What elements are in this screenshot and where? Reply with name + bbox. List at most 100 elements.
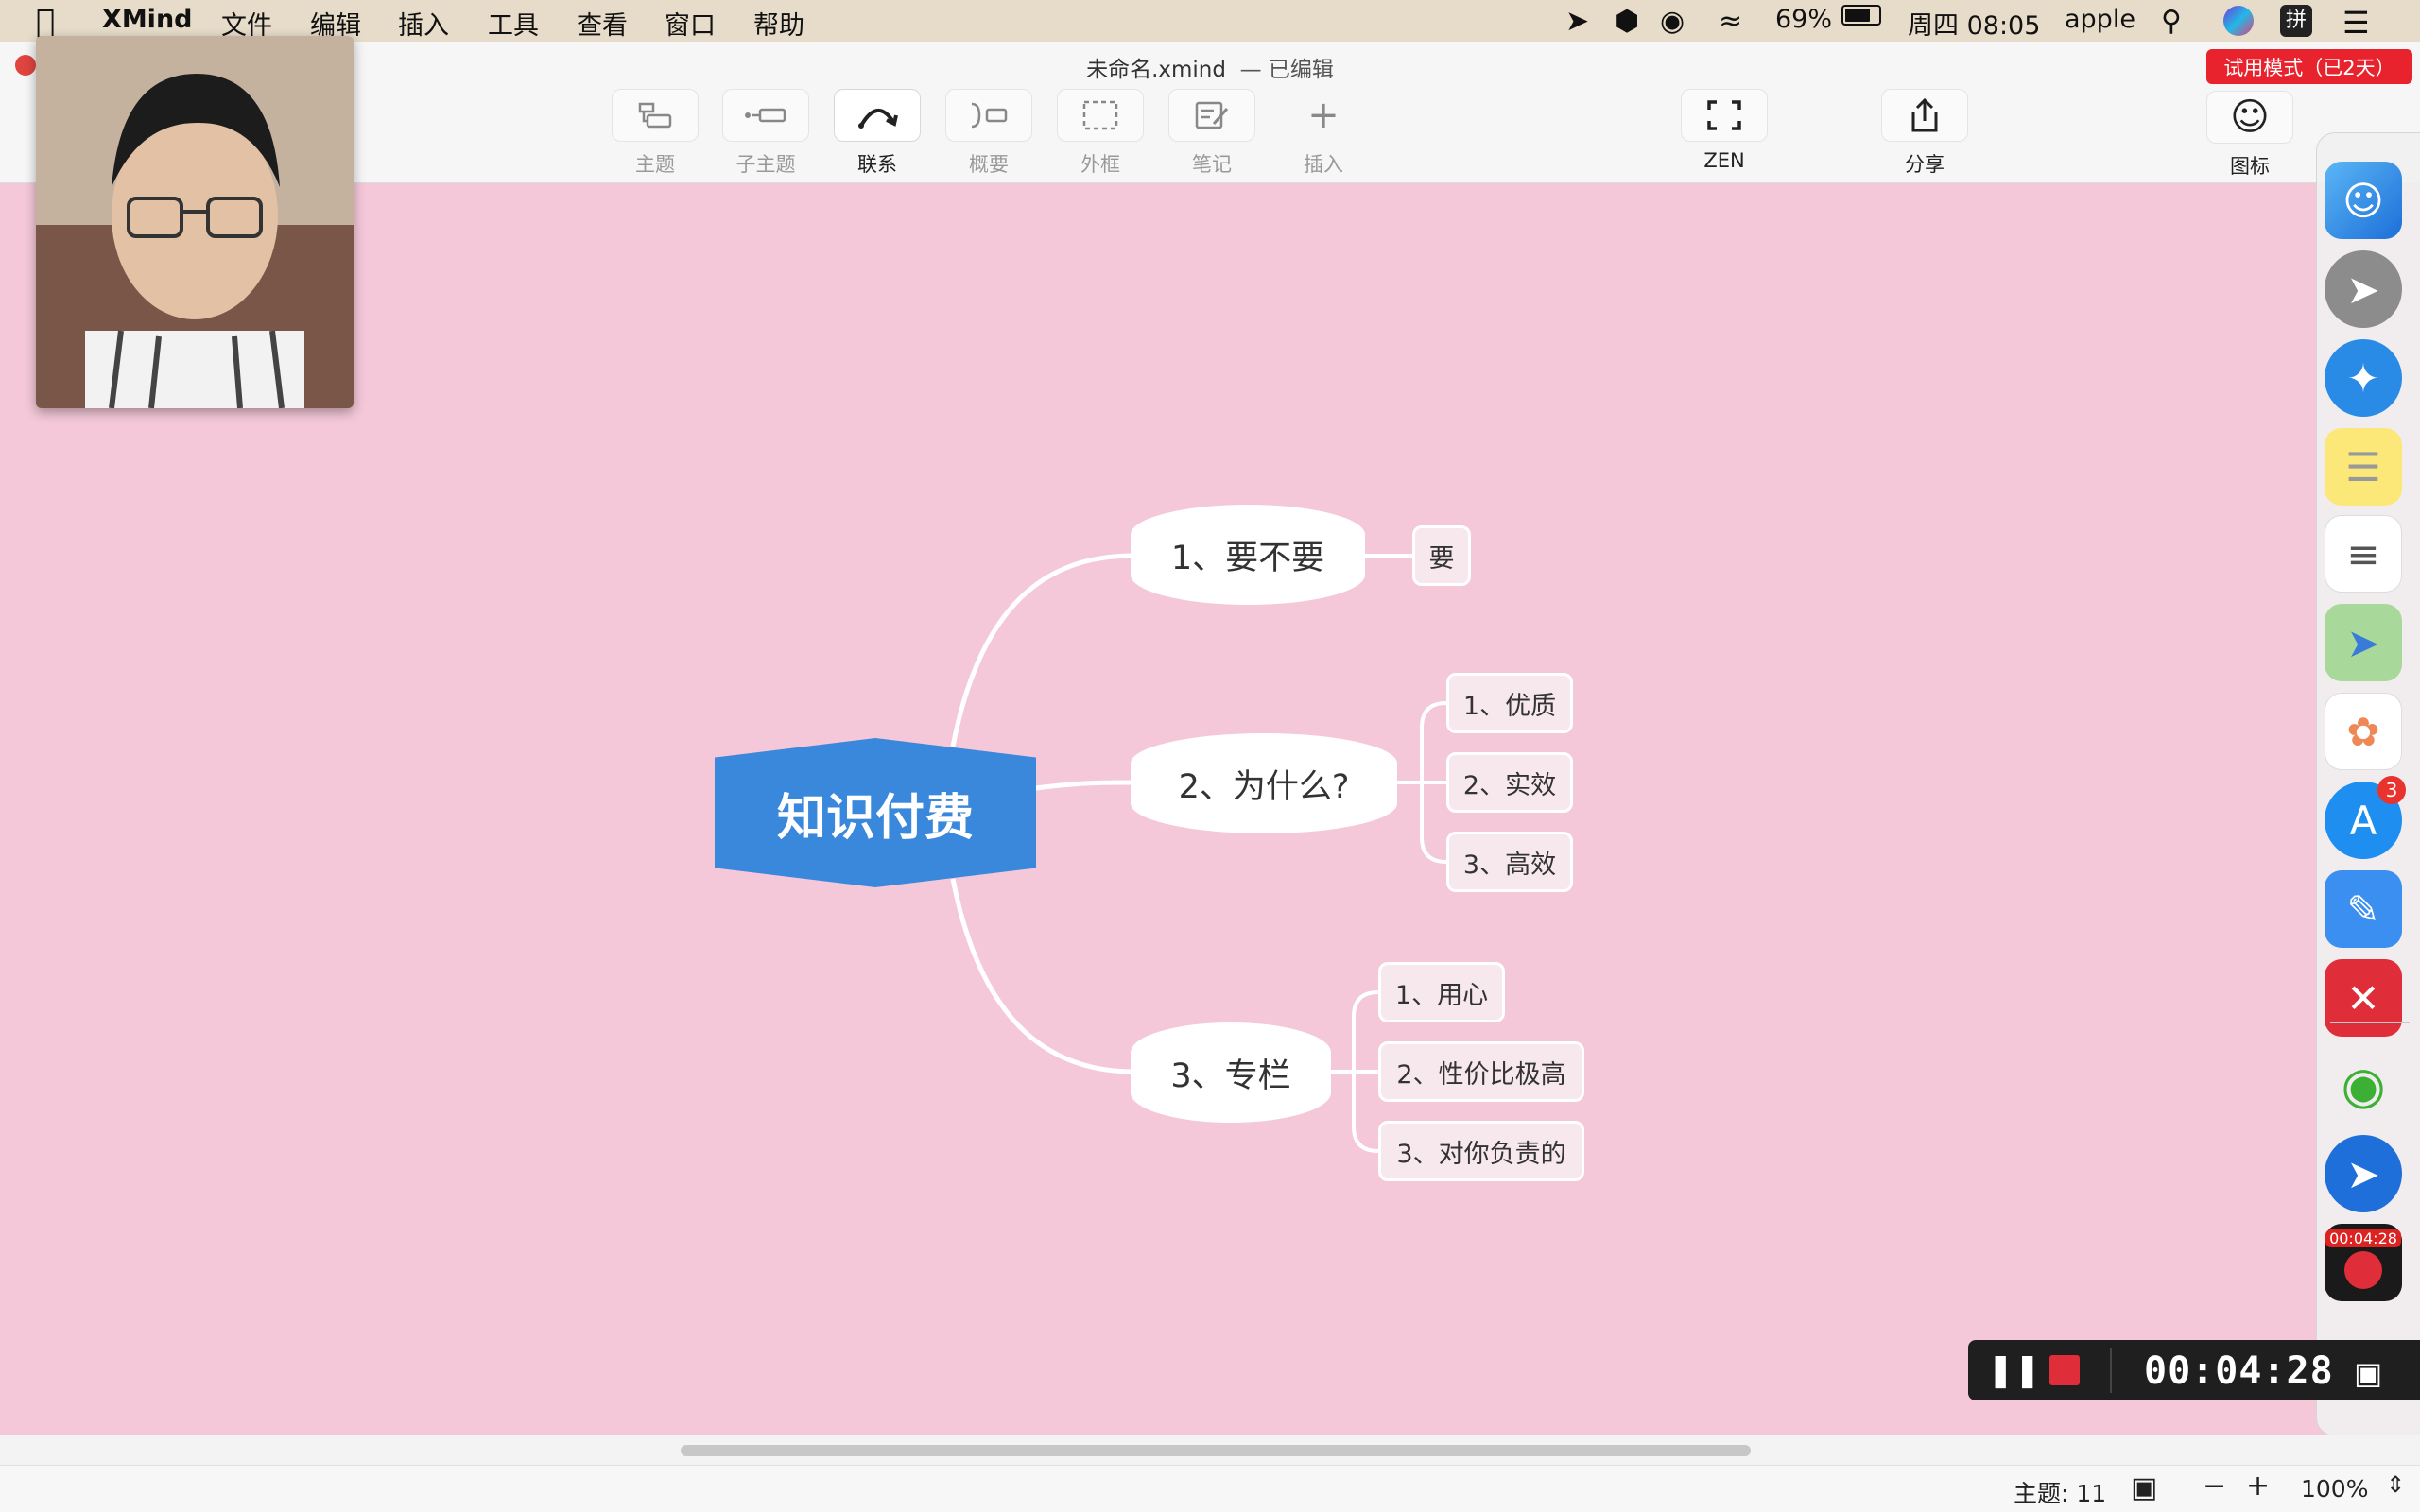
fullscreen-icon	[1681, 89, 1768, 142]
menu-help[interactable]: 帮助	[753, 5, 804, 42]
note-tool-label: 笔记	[1192, 153, 1232, 176]
menu-insert[interactable]: 插入	[398, 5, 449, 42]
zoom-stepper-icon[interactable]: ⇕	[2386, 1471, 2405, 1498]
subtopic-2-1[interactable]: 1、优质	[1446, 673, 1573, 733]
topic-count: 主题: 11	[2014, 1480, 2107, 1507]
document-name: 未命名.xmind	[1086, 58, 1226, 82]
stop-recording-button[interactable]	[2049, 1355, 2080, 1385]
horizontal-scrollbar[interactable]	[0, 1435, 2420, 1465]
app-store-badge: 3	[2377, 776, 2406, 804]
reminders-icon[interactable]: ≡	[2325, 515, 2402, 593]
apple-menu-icon[interactable]: 	[36, 3, 55, 41]
notification-center-icon[interactable]: ☰	[2342, 5, 2370, 41]
topic-tool-label: 主题	[635, 153, 675, 176]
plus-icon: +	[1307, 94, 1340, 137]
subtopic-3-1[interactable]: 1、用心	[1378, 962, 1505, 1022]
wechat-status-icon[interactable]: ◉	[1660, 5, 1685, 38]
icon-panel-tool[interactable]: ☺ 图标	[2206, 91, 2293, 180]
subtopic-tool-label: 子主题	[735, 153, 796, 176]
camera-icon[interactable]: ▣	[2354, 1355, 2382, 1391]
topic-tool[interactable]: 主题	[612, 89, 699, 178]
insert-tool[interactable]: + 插入	[1280, 89, 1367, 178]
share-tool[interactable]: 分享	[1881, 89, 1968, 178]
dingtalk-icon[interactable]: ➤	[2325, 1135, 2402, 1212]
wifi-icon[interactable]: ≈	[1719, 5, 1742, 38]
clock[interactable]: 周四 08:05	[1908, 5, 2040, 42]
siri-icon[interactable]	[2223, 6, 2254, 36]
zen-tool[interactable]: ZEN	[1681, 89, 1768, 172]
menu-view[interactable]: 查看	[577, 5, 628, 42]
recording-divider	[2110, 1348, 2112, 1393]
branch-topic-2[interactable]: 2、为什么?	[1131, 733, 1397, 833]
shield-icon[interactable]: ⬢	[1615, 5, 1639, 38]
mindmap-canvas[interactable]: 知识付费 1、要不要 2、为什么? 3、专栏 要 1、优质 2、实效 3、高效 …	[0, 183, 2420, 1435]
wechat-icon[interactable]: ◉	[2325, 1046, 2402, 1124]
recording-controls: ❚❚ 00:04:28	[1968, 1340, 2420, 1400]
launchpad-icon[interactable]: ➤	[2325, 250, 2402, 328]
user-name[interactable]: apple	[2065, 5, 2135, 34]
menu-tools[interactable]: 工具	[488, 5, 539, 42]
finder-icon[interactable]: ☺	[2325, 162, 2402, 239]
dock: ☺ ➤ ✦ ☰ ≡ ➤ ✿ A3 ✎ ✕ ◉ ➤ 00:04:28	[2316, 132, 2420, 1436]
presenter-video	[36, 36, 354, 408]
subtopic-3-2[interactable]: 2、性价比极高	[1378, 1041, 1584, 1102]
zoom-in-button[interactable]: +	[2246, 1469, 2270, 1503]
pencil-app-icon[interactable]: ✎	[2325, 870, 2402, 948]
relationship-tool-label: 联系	[857, 153, 897, 176]
boundary-icon	[1057, 89, 1144, 142]
subtopic-2-3[interactable]: 3、高效	[1446, 832, 1573, 892]
notes-icon[interactable]: ☰	[2325, 428, 2402, 506]
spotlight-search-icon[interactable]: ⚲	[2161, 5, 2182, 38]
zoom-level[interactable]: 100%	[2301, 1475, 2368, 1503]
subtopic-1-1[interactable]: 要	[1412, 525, 1471, 586]
app-menu[interactable]: XMind	[102, 5, 193, 34]
insert-tool-label: 插入	[1304, 153, 1343, 176]
boundary-tool-label: 外框	[1080, 153, 1120, 176]
branch-topic-1[interactable]: 1、要不要	[1131, 505, 1365, 605]
icon-panel-label: 图标	[2230, 155, 2270, 178]
pause-recording-button[interactable]: ❚❚	[1987, 1353, 2041, 1387]
smiley-icon: ☺	[2206, 91, 2293, 144]
menu-bar:  XMind 文件 编辑 插入 工具 查看 窗口 帮助 ➤ ⬢ ◉ ≈ 69%…	[0, 0, 2420, 42]
battery-icon[interactable]	[1841, 5, 1881, 26]
window-close-button[interactable]	[15, 55, 36, 76]
photos-icon[interactable]: ✿	[2325, 693, 2402, 770]
outline-view-icon[interactable]: ▣	[2131, 1471, 2157, 1504]
summary-icon	[945, 89, 1032, 142]
maps-icon[interactable]: ➤	[2325, 604, 2402, 681]
subtopic-tool[interactable]: 子主题	[722, 89, 809, 178]
share-icon	[1881, 89, 1968, 142]
recording-timer: 00:04:28	[2144, 1349, 2334, 1393]
central-topic[interactable]: 知识付费	[715, 738, 1036, 887]
scrollbar-thumb[interactable]	[681, 1445, 1751, 1456]
screen-recorder-icon[interactable]: 00:04:28	[2325, 1224, 2402, 1301]
zoom-out-button[interactable]: −	[2203, 1469, 2226, 1503]
relationship-tool[interactable]: 联系	[834, 89, 921, 178]
safari-icon[interactable]: ✦	[2325, 339, 2402, 417]
zen-tool-label: ZEN	[1703, 149, 1745, 172]
share-tool-label: 分享	[1905, 153, 1945, 176]
trial-mode-badge[interactable]: 试用模式（已2天）	[2206, 49, 2412, 84]
document-title: 未命名.xmind — 已编辑	[0, 51, 2420, 83]
menu-window[interactable]: 窗口	[665, 5, 716, 42]
xmind-icon[interactable]: ✕	[2325, 959, 2402, 1037]
location-icon[interactable]: ➤	[1565, 5, 1589, 38]
webcam-overlay	[36, 36, 354, 408]
recorder-dock-time: 00:04:28	[2325, 1228, 2401, 1247]
boundary-tool[interactable]: 外框	[1057, 89, 1144, 178]
battery-percent: 69%	[1775, 5, 1833, 34]
app-store-icon[interactable]: A3	[2325, 776, 2406, 859]
relationship-icon	[834, 89, 921, 142]
note-icon	[1168, 89, 1255, 142]
input-method-icon[interactable]: 拼	[2280, 5, 2312, 37]
window-toolbar: 未命名.xmind — 已编辑 试用模式（已2天） 主题 子主题 联系 概要 外…	[0, 42, 2420, 183]
subtopic-icon	[722, 89, 809, 142]
summary-tool[interactable]: 概要	[945, 89, 1032, 178]
status-bar: 主题: 11 ▣ − + 100% ⇕	[0, 1465, 2420, 1512]
note-tool[interactable]: 笔记	[1168, 89, 1255, 178]
subtopic-2-2[interactable]: 2、实效	[1446, 752, 1573, 813]
subtopic-3-3[interactable]: 3、对你负责的	[1378, 1121, 1584, 1181]
topic-icon	[612, 89, 699, 142]
summary-tool-label: 概要	[969, 153, 1009, 176]
branch-topic-3[interactable]: 3、专栏	[1131, 1022, 1331, 1123]
